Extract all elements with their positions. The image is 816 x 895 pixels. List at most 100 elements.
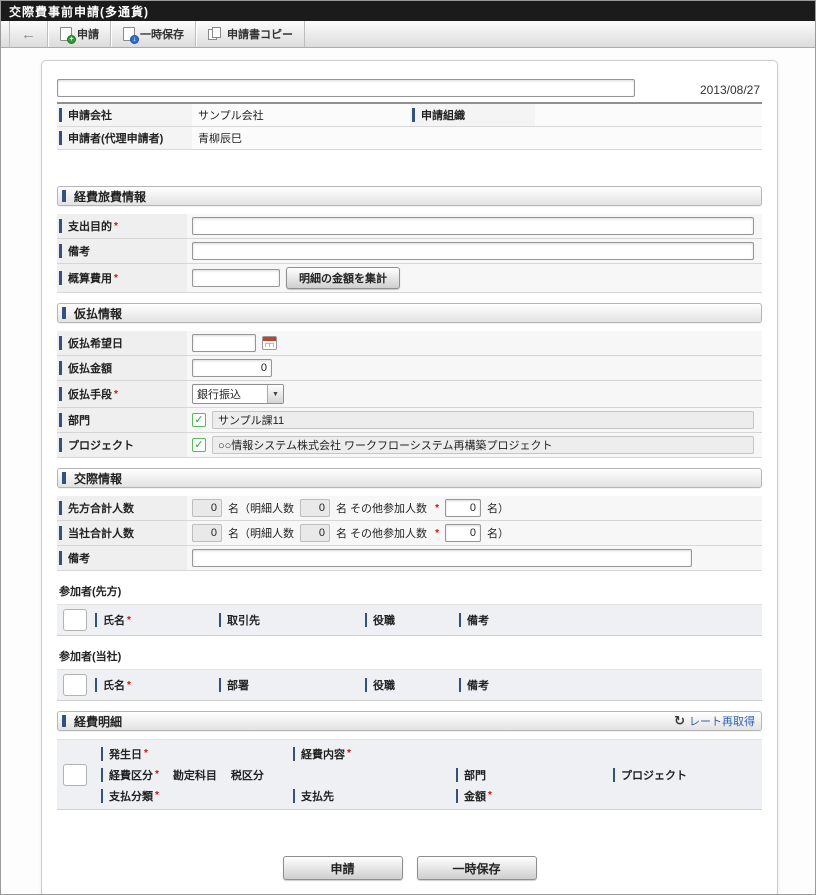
guest-total-readonly: 0 xyxy=(192,499,222,517)
company-row-selector[interactable] xyxy=(63,674,87,696)
purpose-row: 支出目的 * xyxy=(57,214,762,239)
required-mark: * xyxy=(127,614,131,626)
back-arrow-icon: ← xyxy=(21,25,36,43)
section-title: 交際情報 xyxy=(74,471,123,486)
detail-header-row-2: 経費区分 * 勘定科目 税区分 部門 プロジェクト xyxy=(101,764,762,785)
required-mark: * xyxy=(144,748,148,759)
project-row: プロジェクト ✓ ○○情報システム株式会社 ワークフローシステム再構築プロジェク… xyxy=(57,433,762,458)
advance-method-label: 仮払手段 * xyxy=(57,381,187,407)
temp-save-submit-button[interactable]: 一時保存 xyxy=(416,856,537,880)
detail-header-row-1: 発生日 * 経費内容 * xyxy=(101,743,762,764)
required-mark: * xyxy=(155,790,159,801)
company-count-row: 当社合計人数 0 名（明細人数 0 名 その他参加人数 * 0 名） xyxy=(57,521,762,546)
advance-method-select[interactable]: 銀行振込 ▼ xyxy=(192,384,284,404)
required-mark: * xyxy=(435,502,439,514)
app-window: 交際費事前申請(多通貨) ← + 申請 ↓ 一時保存 申請書コピー 2013/0… xyxy=(0,0,816,895)
guest-count-row: 先方合計人数 0 名（明細人数 0 名 その他参加人数 * 0 名） xyxy=(57,496,762,521)
form-panel: 2013/08/27 申請会社 サンプル会社 申請組織 申請者(代理申請者) 青… xyxy=(41,60,778,894)
required-mark: * xyxy=(488,790,492,801)
company-participants-header: 氏名 * 部署 役職 備考 xyxy=(57,669,762,701)
department-value: サンプル課11 xyxy=(212,411,754,429)
section-title: 経費明細 xyxy=(74,714,123,729)
required-mark: * xyxy=(114,220,118,232)
guest-row-selector[interactable] xyxy=(63,609,87,631)
table-row: 申請者(代理申請者) 青柳辰巳 xyxy=(57,127,762,150)
project-checkbox[interactable]: ✓ xyxy=(192,438,206,452)
accent-bar xyxy=(62,307,66,319)
company-label: 申請会社 xyxy=(57,104,192,126)
apply-toolbar-button[interactable]: + 申請 xyxy=(48,21,111,47)
section-title: 経費旅費情報 xyxy=(74,189,147,204)
detail-row-selector[interactable] xyxy=(63,763,87,786)
chevron-down-icon: ▼ xyxy=(267,385,283,403)
department-checkbox[interactable]: ✓ xyxy=(192,413,206,427)
guest-col-note: 備考 xyxy=(459,605,762,635)
guest-detail-readonly: 0 xyxy=(300,499,330,517)
guest-participants-title: 参加者(先方) xyxy=(59,586,122,598)
temp-save-toolbar-button[interactable]: ↓ 一時保存 xyxy=(111,21,196,47)
detail-col-date: 発生日 * xyxy=(101,743,293,764)
required-mark: * xyxy=(155,769,159,780)
accent-bar xyxy=(412,108,415,122)
required-mark: * xyxy=(127,679,131,691)
application-date: 2013/08/27 xyxy=(699,83,760,97)
advance-amount-row: 仮払金額 0 xyxy=(57,356,762,381)
back-button[interactable]: ← xyxy=(9,21,48,47)
accent-bar xyxy=(62,190,66,202)
section-title: 仮払情報 xyxy=(74,306,123,321)
detail-col-category-group: 経費区分 * 勘定科目 税区分 xyxy=(101,764,456,785)
calendar-icon[interactable] xyxy=(262,336,277,350)
accent-bar xyxy=(62,715,66,727)
social-note-input[interactable] xyxy=(192,549,692,567)
footer-actions: 申請 一時保存 xyxy=(57,856,762,880)
estimate-input[interactable] xyxy=(192,269,280,287)
applicant-value: 青柳辰巳 xyxy=(192,127,762,149)
expense-detail-header: 発生日 * 経費内容 * 経費区分 * 勘定科目 税区分 部門 プロジェクト 支… xyxy=(57,739,762,810)
table-row: 申請会社 サンプル会社 申請組織 xyxy=(57,104,762,127)
section-expense-info: 経費旅費情報 xyxy=(57,186,762,206)
organization-label: 申請組織 xyxy=(410,104,535,126)
purpose-input[interactable] xyxy=(192,217,754,235)
detail-col-tax: 税区分 xyxy=(230,769,264,782)
note-input[interactable] xyxy=(192,242,754,260)
guest-col-client: 取引先 xyxy=(219,605,365,635)
apply-submit-button[interactable]: 申請 xyxy=(282,856,403,880)
detail-col-project: プロジェクト xyxy=(613,764,762,785)
company-total-readonly: 0 xyxy=(192,524,222,542)
guest-count-label: 先方合計人数 xyxy=(57,496,187,520)
accent-bar xyxy=(62,472,66,484)
detail-col-pay-class: 支払分類 * xyxy=(101,785,293,806)
organization-value xyxy=(535,104,762,126)
save-doc-icon: ↓ xyxy=(123,27,139,44)
sum-details-button[interactable]: 明細の金額を集計 xyxy=(286,267,400,289)
page-title: 交際費事前申請(多通貨) xyxy=(9,4,149,19)
refresh-icon: ↻ xyxy=(674,713,685,728)
company-col-department: 部署 xyxy=(219,670,365,700)
advance-date-input[interactable] xyxy=(192,334,256,352)
advance-method-row: 仮払手段 * 銀行振込 ▼ xyxy=(57,381,762,408)
required-mark: * xyxy=(435,527,439,539)
advance-amount-input[interactable]: 0 xyxy=(192,359,272,377)
accent-bar xyxy=(59,108,62,122)
copy-icon xyxy=(208,27,222,41)
accent-bar xyxy=(59,131,62,145)
subject-input[interactable] xyxy=(57,79,635,97)
company-col-position: 役職 xyxy=(365,670,459,700)
section-advance-info: 仮払情報 xyxy=(57,303,762,323)
guest-col-position: 役職 xyxy=(365,605,459,635)
social-note-row: 備考 xyxy=(57,546,762,571)
advance-date-label: 仮払希望日 xyxy=(57,331,187,355)
toolbar: ← + 申請 ↓ 一時保存 申請書コピー xyxy=(1,21,815,48)
detail-col-department: 部門 xyxy=(456,764,613,785)
social-note-label: 備考 xyxy=(57,546,187,570)
rate-refresh-link[interactable]: ↻ レート再取得 xyxy=(674,713,755,729)
guest-other-input[interactable]: 0 xyxy=(444,499,481,517)
copy-application-button[interactable]: 申請書コピー xyxy=(196,21,305,47)
estimate-row: 概算費用 * 明細の金額を集計 xyxy=(57,264,762,293)
required-mark: * xyxy=(347,748,351,759)
content-area: 2013/08/27 申請会社 サンプル会社 申請組織 申請者(代理申請者) 青… xyxy=(1,48,815,894)
temp-save-toolbar-label: 一時保存 xyxy=(140,29,184,41)
company-other-input[interactable]: 0 xyxy=(444,524,481,542)
required-mark: * xyxy=(114,388,118,400)
estimate-label: 概算費用 * xyxy=(57,264,187,292)
